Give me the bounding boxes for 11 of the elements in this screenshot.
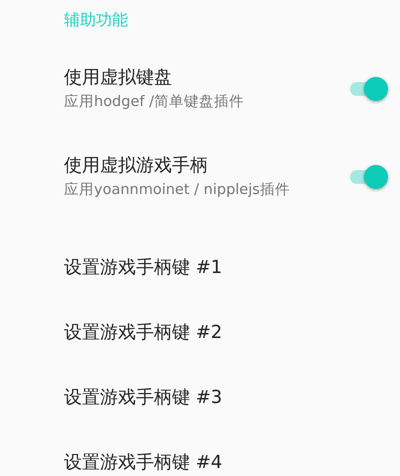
setting-summary: 应用yoannmoinet / nipplejs插件	[64, 181, 290, 200]
setting-item[interactable]: 设置游戏手柄键 #4	[64, 450, 222, 474]
setting-item[interactable]: 设置游戏手柄键 #3	[64, 386, 222, 410]
setting-item[interactable]: 设置游戏手柄键 #2	[64, 320, 222, 344]
toggle-switch[interactable]	[348, 76, 388, 102]
setting-item[interactable]: 设置游戏手柄键 #1	[64, 256, 222, 280]
toggle-switch[interactable]	[348, 164, 388, 190]
section-title: 辅助功能	[64, 9, 128, 31]
setting-title: 使用虚拟键盘	[64, 66, 172, 90]
setting-title: 使用虚拟游戏手柄	[64, 154, 208, 178]
setting-summary: 应用hodgef /简单键盘插件	[64, 93, 244, 112]
